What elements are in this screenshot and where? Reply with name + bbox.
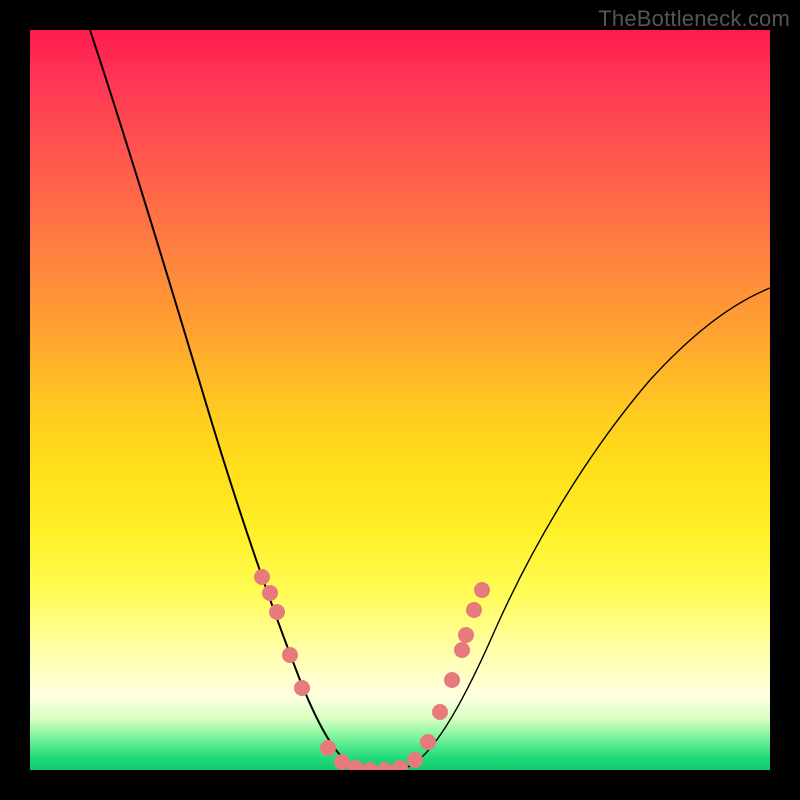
marker-dot: [334, 754, 350, 770]
curve-layer: [30, 30, 770, 770]
marker-dot: [362, 762, 378, 770]
bottleneck-curve-right: [405, 288, 770, 768]
marker-dot: [432, 704, 448, 720]
marker-dot: [466, 602, 482, 618]
marker-group: [254, 569, 490, 770]
marker-dot: [377, 762, 393, 770]
marker-dot: [444, 672, 460, 688]
marker-dot: [474, 582, 490, 598]
marker-dot: [348, 760, 364, 770]
marker-dot: [320, 740, 336, 756]
marker-dot: [254, 569, 270, 585]
marker-dot: [269, 604, 285, 620]
marker-dot: [262, 585, 278, 601]
marker-dot: [282, 647, 298, 663]
bottleneck-curve-left: [90, 30, 360, 768]
plot-area: [30, 30, 770, 770]
marker-dot: [454, 642, 470, 658]
watermark-text: TheBottleneck.com: [598, 6, 790, 32]
chart-frame: TheBottleneck.com: [0, 0, 800, 800]
marker-dot: [458, 627, 474, 643]
marker-dot: [294, 680, 310, 696]
marker-dot: [407, 752, 423, 768]
marker-dot: [392, 760, 408, 770]
marker-dot: [420, 734, 436, 750]
